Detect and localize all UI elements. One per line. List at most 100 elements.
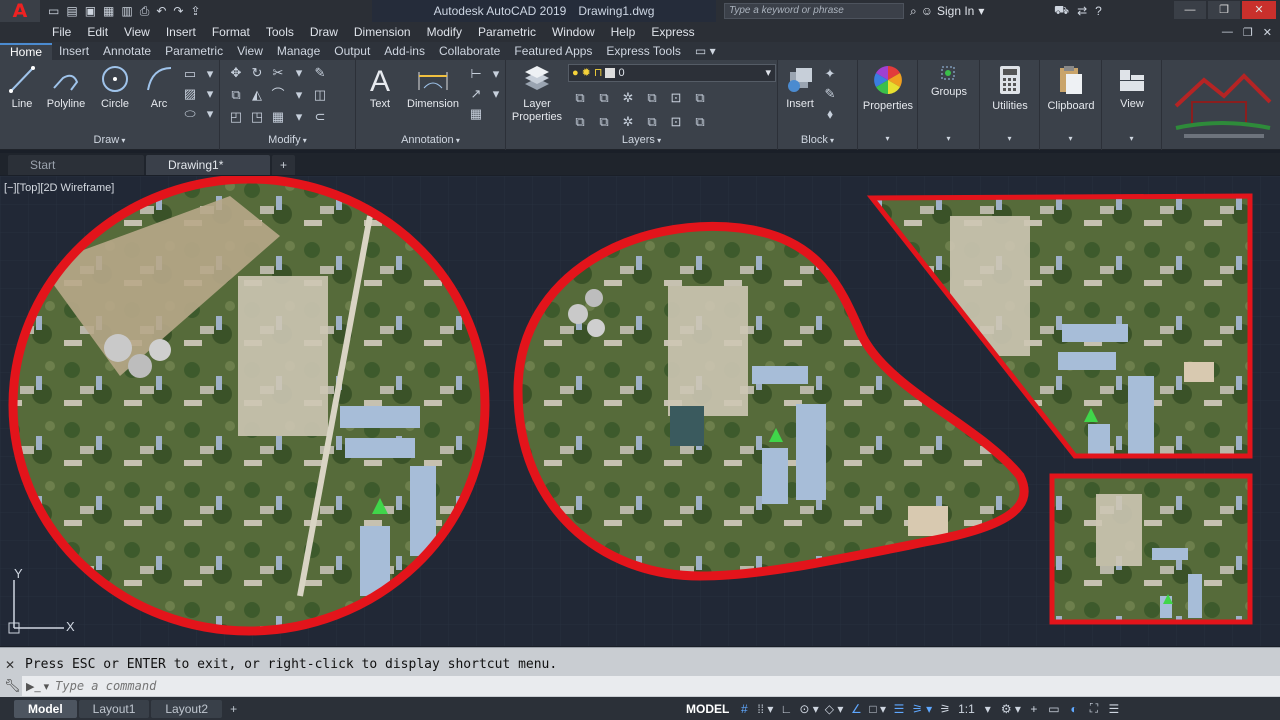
tab-express-tools[interactable]: Express Tools — [599, 43, 687, 60]
print-icon[interactable]: ⎙ — [140, 0, 150, 22]
isolate-objects-icon[interactable]: ◐ — [1067, 702, 1081, 716]
maximize-button[interactable]: ❐ — [1208, 1, 1240, 19]
tab-insert[interactable]: Insert — [52, 43, 96, 60]
copy-icon[interactable]: ⧉ — [228, 87, 244, 103]
view-button[interactable]: View — [1102, 62, 1162, 111]
panel-utilities[interactable]: Utilities — [980, 60, 1040, 150]
command-input-row[interactable]: ▶_ ▾ — [22, 676, 1280, 696]
annotation-scale-button[interactable]: 1:1 — [958, 702, 975, 716]
menu-file[interactable]: File — [0, 22, 79, 42]
drawing-viewport[interactable]: Y X [−][Top][2D Wireframe] — [0, 176, 1280, 646]
tab-view[interactable]: View — [230, 43, 270, 60]
properties-dropdown[interactable] — [858, 132, 917, 148]
keyword-search-input[interactable]: Type a keyword or phrase — [724, 3, 904, 19]
tab-collaborate[interactable]: Collaborate — [432, 43, 507, 60]
dropdown-icon[interactable]: ▾ — [202, 66, 218, 82]
layout-tab-model[interactable]: Model — [14, 699, 77, 718]
fillet-icon[interactable]: ⌒ — [270, 87, 286, 103]
circle-tool-button[interactable]: Circle — [94, 62, 136, 111]
stretch-icon[interactable]: ◰ — [228, 109, 244, 125]
layer-match-icon[interactable]: ⧉ — [692, 90, 708, 106]
text-tool-button[interactable]: A Text — [362, 62, 398, 111]
tab-add-ins[interactable]: Add-ins — [377, 43, 432, 60]
save-icon[interactable]: ▣ — [85, 0, 96, 22]
tab-home[interactable]: Home — [0, 43, 53, 60]
command-input[interactable] — [55, 679, 656, 693]
annotation-visibility-icon[interactable]: ⚞ ▾ — [912, 702, 932, 716]
doc-minimize-icon[interactable]: — — [1222, 26, 1233, 39]
hatch-icon[interactable]: ▨ — [182, 86, 198, 102]
layer-freeze-icon[interactable]: ✲ — [620, 90, 636, 106]
panel-groups[interactable]: Groups — [918, 60, 980, 150]
menu-insert[interactable]: Insert — [158, 22, 204, 42]
units-icon[interactable]: ▭ — [1047, 702, 1061, 716]
close-button[interactable]: ✕ — [1242, 1, 1276, 19]
draw-panel-label[interactable]: Draw — [0, 133, 219, 148]
polyline-tool-button[interactable]: Polyline — [42, 62, 90, 111]
ribbon-minimize-icon[interactable]: ▭ ▾ — [688, 43, 723, 60]
ortho-icon[interactable]: ∟ — [779, 702, 793, 716]
sign-in-button[interactable]: ⌕ ☺ Sign In ▾ — [910, 0, 984, 22]
rectangle-clipped-image[interactable] — [1049, 473, 1253, 625]
model-space-button[interactable]: MODEL — [684, 702, 731, 716]
cart-icon[interactable]: ⛟ — [1054, 3, 1069, 19]
panel-properties[interactable]: Properties — [858, 60, 918, 150]
minimize-button[interactable]: — — [1174, 1, 1206, 19]
dimension-tool-button[interactable]: Dimension — [402, 62, 464, 111]
menu-parametric[interactable]: Parametric — [470, 22, 544, 42]
leader-icon[interactable]: ↗ — [468, 86, 484, 102]
dropdown-icon[interactable]: ▾ — [202, 106, 218, 122]
dropdown-icon[interactable]: ▾ — [291, 87, 307, 103]
modify-panel-label[interactable]: Modify — [220, 133, 355, 148]
layer-on-icon[interactable]: ⧉ — [644, 114, 660, 130]
auto-scale-icon[interactable]: ⚞ — [938, 702, 952, 716]
dropdown-icon[interactable]: ▾ — [291, 109, 307, 125]
utilities-dropdown[interactable] — [980, 132, 1039, 148]
menu-modify[interactable]: Modify — [419, 22, 470, 42]
menu-edit[interactable]: Edit — [79, 22, 116, 42]
explode-icon[interactable]: ◫ — [312, 87, 328, 103]
isodraft-icon[interactable]: ◇ ▾ — [825, 702, 844, 716]
osnap-icon[interactable]: □ ▾ — [869, 702, 886, 716]
properties-button[interactable]: Properties — [858, 62, 918, 113]
command-prompt-icon[interactable]: ▶_ ▾ — [26, 680, 49, 693]
menu-window[interactable]: Window — [544, 22, 603, 42]
rotate-icon[interactable]: ↻ — [249, 65, 265, 81]
redo-icon[interactable]: ↷ — [173, 0, 183, 22]
osnap-tracking-icon[interactable]: ∠ — [849, 702, 863, 716]
polar-icon[interactable]: ⊙ ▾ — [799, 702, 818, 716]
layer-off-icon[interactable]: ⧉ — [644, 90, 660, 106]
tab-manage[interactable]: Manage — [270, 43, 327, 60]
layer-iso-icon[interactable]: ⧉ — [596, 90, 612, 106]
erase-icon[interactable]: ✎ — [312, 65, 328, 81]
mirror-icon[interactable]: ◭ — [249, 87, 265, 103]
tab-annotate[interactable]: Annotate — [96, 43, 158, 60]
groups-button[interactable]: Groups — [918, 62, 980, 99]
workspace-gear-icon[interactable]: ⚙ ▾ — [1001, 702, 1021, 716]
menu-tools[interactable]: Tools — [258, 22, 302, 42]
layout-tab-layout2[interactable]: Layout2 — [151, 699, 223, 718]
menu-draw[interactable]: Draw — [302, 22, 346, 42]
exchange-icon[interactable]: ⇄ — [1077, 4, 1087, 18]
share-icon[interactable]: ⇪ — [190, 0, 200, 22]
application-menu-button[interactable]: A — [0, 0, 40, 22]
saveas-icon[interactable]: ▦ — [103, 0, 114, 22]
menu-help[interactable]: Help — [603, 22, 644, 42]
fullscreen-icon[interactable]: ⛶ — [1087, 701, 1101, 716]
layer-state-icon[interactable]: ⧉ — [572, 90, 588, 106]
file-tab-start[interactable]: Start — [8, 155, 144, 175]
menu-express[interactable]: Express — [643, 22, 702, 42]
dropdown-icon[interactable]: ▾ — [488, 86, 504, 102]
dropdown-icon[interactable]: ▾ — [488, 66, 504, 82]
layer-properties-button[interactable]: Layer Properties — [508, 62, 566, 124]
doc-restore-icon[interactable]: ❐ — [1243, 26, 1253, 39]
add-layout-button[interactable]: + — [224, 700, 243, 718]
menu-format[interactable]: Format — [204, 22, 258, 42]
scale-icon[interactable]: ◳ — [249, 109, 265, 125]
layout-tab-layout1[interactable]: Layout1 — [78, 699, 150, 718]
layers-panel-label[interactable]: Layers — [506, 133, 777, 148]
doc-close-icon[interactable]: ✕ — [1263, 26, 1272, 39]
utilities-button[interactable]: Utilities — [980, 62, 1040, 113]
attribute-icon[interactable]: ⬧ — [822, 106, 838, 122]
table-icon[interactable]: ▦ — [468, 106, 484, 122]
